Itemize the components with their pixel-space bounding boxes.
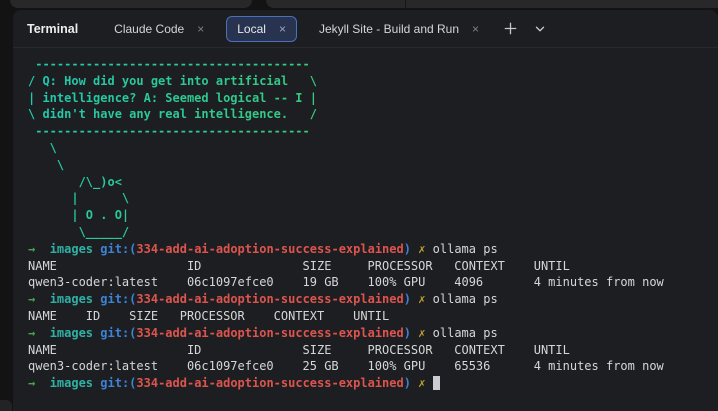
tab-local[interactable]: Local × bbox=[226, 15, 297, 42]
new-tab-button[interactable] bbox=[499, 18, 521, 40]
terminal-line: NAME ID SIZE PROCESSOR CONTEXT UNTIL bbox=[28, 258, 570, 273]
terminal-panel: Terminal Claude Code × Local × Jekyll Si… bbox=[13, 10, 718, 411]
tab-label: Claude Code bbox=[114, 21, 185, 36]
upper-left-pane-edge bbox=[10, 0, 252, 8]
tab-dropdown-button[interactable] bbox=[529, 18, 551, 40]
lower-pane-corner bbox=[0, 400, 12, 411]
terminal-tabbar: Terminal Claude Code × Local × Jekyll Si… bbox=[13, 10, 718, 48]
terminal-line: → images git:(334-add-ai-adoption-succes… bbox=[28, 292, 498, 307]
close-icon[interactable]: × bbox=[197, 23, 204, 35]
terminal-line: → images git:(334-add-ai-adoption-succes… bbox=[28, 241, 498, 256]
upper-pane-divider bbox=[405, 0, 406, 8]
tab-claude-code[interactable]: Claude Code × bbox=[102, 16, 216, 42]
terminal-line: NAME ID SIZE PROCESSOR CONTEXT UNTIL bbox=[28, 308, 390, 323]
terminal-line: qwen3-coder:latest 06c1097efce0 19 GB 10… bbox=[28, 275, 664, 290]
plus-icon bbox=[504, 22, 516, 35]
ascii-art: -------------------------------------- /… bbox=[28, 56, 718, 241]
tab-label: Local bbox=[237, 21, 266, 36]
terminal-output[interactable]: -------------------------------------- /… bbox=[13, 48, 718, 392]
terminal-lines: → images git:(334-add-ai-adoption-succes… bbox=[28, 241, 718, 392]
upper-right-pane-edge bbox=[266, 0, 718, 8]
terminal-line: qwen3-coder:latest 06c1097efce0 25 GB 10… bbox=[28, 359, 664, 374]
chevron-down-icon bbox=[535, 26, 545, 31]
terminal-cursor bbox=[432, 376, 440, 391]
close-icon[interactable]: × bbox=[472, 23, 479, 35]
terminal-line: → images git:(334-add-ai-adoption-succes… bbox=[28, 325, 498, 340]
close-icon[interactable]: × bbox=[279, 23, 286, 35]
terminal-panel-title: Terminal bbox=[27, 21, 79, 36]
terminal-line: NAME ID SIZE PROCESSOR CONTEXT UNTIL bbox=[28, 342, 570, 357]
tab-label: Jekyll Site - Build and Run bbox=[318, 21, 460, 36]
terminal-line: → images git:(334-add-ai-adoption-succes… bbox=[28, 375, 718, 392]
upper-panes-strip bbox=[0, 0, 718, 8]
tab-jekyll-site-build-and-run[interactable]: Jekyll Site - Build and Run × bbox=[307, 16, 491, 42]
